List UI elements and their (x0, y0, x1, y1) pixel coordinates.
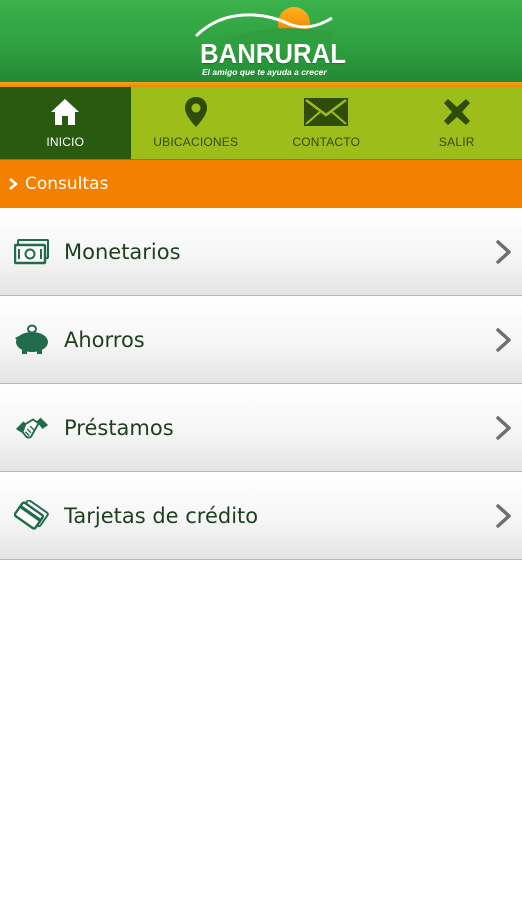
app-header: BANRURAL El amigo que te ayuda a crecer (0, 0, 522, 82)
nav-label-contacto: CONTACTO (292, 135, 361, 149)
nav-label-ubicaciones: UBICACIONES (153, 135, 239, 149)
location-pin-icon (179, 95, 213, 129)
credit-card-icon (14, 498, 50, 534)
nav-item-salir[interactable]: SALIR (392, 87, 522, 159)
handshake-icon (14, 410, 50, 446)
menu-item-tarjetas[interactable]: Tarjetas de crédito (0, 472, 522, 560)
menu-item-monetarios[interactable]: Monetarios (0, 208, 522, 296)
nav-label-salir: SALIR (438, 135, 475, 149)
piggy-bank-icon (14, 322, 50, 358)
section-header: Consultas (0, 159, 522, 208)
banrural-logo: BANRURAL El amigo que te ayuda a crecer (194, 4, 346, 78)
close-x-icon (440, 95, 474, 129)
nav-label-inicio: INICIO (46, 135, 85, 149)
menu-item-ahorros[interactable]: Ahorros (0, 296, 522, 384)
menu-label-ahorros: Ahorros (64, 327, 145, 352)
chevron-right-icon (496, 415, 511, 440)
nav-item-ubicaciones[interactable]: UBICACIONES (131, 87, 262, 159)
chevron-right-icon (496, 503, 511, 528)
menu-label-monetarios: Monetarios (64, 239, 181, 264)
money-icon (14, 234, 50, 270)
nav-item-inicio[interactable]: INICIO (0, 87, 131, 159)
consultas-menu: Monetarios Ahorros Préstamos Tarjetas de… (0, 208, 522, 560)
menu-item-prestamos[interactable]: Préstamos (0, 384, 522, 472)
top-nav: INICIO UBICACIONES CONTACTO SALIR (0, 87, 522, 159)
chevron-right-icon (496, 239, 511, 264)
chevron-right-icon (1, 178, 25, 190)
home-icon (48, 95, 82, 129)
chevron-right-icon (496, 327, 511, 352)
menu-label-tarjetas: Tarjetas de crédito (64, 503, 259, 528)
section-title: Consultas (25, 174, 109, 194)
envelope-icon (302, 95, 350, 129)
nav-item-contacto[interactable]: CONTACTO (261, 87, 392, 159)
brand-tagline: El amigo que te ayuda a crecer (202, 67, 327, 77)
brand-name: BANRURAL (200, 38, 346, 69)
menu-label-prestamos: Préstamos (64, 415, 174, 440)
